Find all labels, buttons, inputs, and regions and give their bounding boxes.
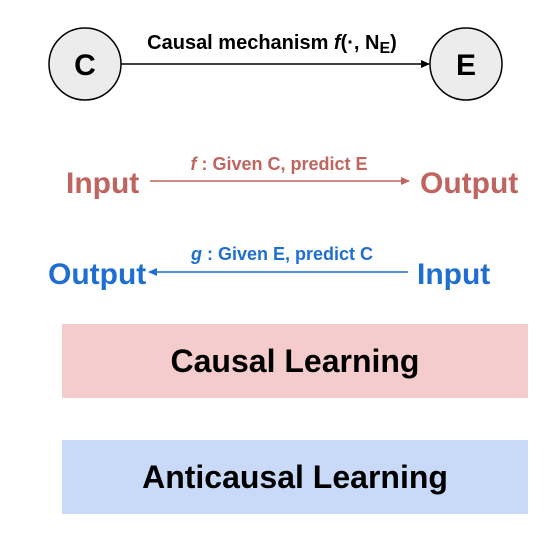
causal-learning-label: Causal Learning — [171, 343, 420, 379]
causal-task-description: f : Given C, predict E — [190, 154, 367, 174]
anticausal-input-label: Input — [417, 258, 490, 291]
anticausal-learning-label: Anticausal Learning — [142, 459, 448, 495]
cause-node-label: C — [74, 49, 96, 82]
causal-input-label: Input — [66, 167, 139, 200]
causal-learning-diagram: C E Causal mechanism f(·, NE) Input f : … — [48, 27, 528, 514]
anticausal-task-description: g : Given E, predict C — [190, 244, 373, 264]
anticausal-output-label: Output — [48, 258, 146, 291]
causal-mechanism-label: Causal mechanism f(·, NE) — [147, 32, 397, 57]
causal-output-label: Output — [420, 167, 518, 200]
effect-node-label: E — [456, 49, 476, 82]
